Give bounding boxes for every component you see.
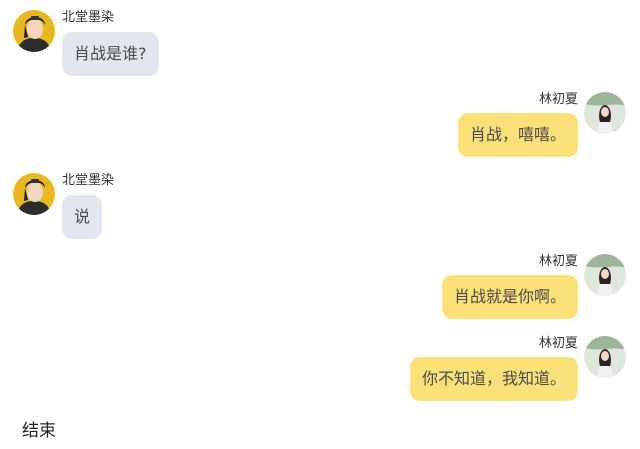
message-bubble[interactable]: 肖战就是你啊。	[441, 275, 578, 319]
end-label: 结束	[22, 421, 56, 441]
sender-name: 林初夏	[538, 92, 578, 107]
message-bubble[interactable]: 说	[62, 195, 103, 239]
female-avatar-icon[interactable]	[584, 92, 626, 134]
message-bubble[interactable]: 你不知道，我知道。	[409, 357, 578, 401]
sender-name: 林初夏	[538, 336, 578, 351]
male-avatar-icon[interactable]	[13, 10, 55, 52]
female-avatar-icon[interactable]	[584, 336, 626, 378]
male-avatar-icon[interactable]	[13, 173, 55, 215]
sender-name: 林初夏	[538, 254, 578, 269]
female-avatar-icon[interactable]	[584, 254, 626, 296]
sender-name: 北堂墨染	[62, 10, 115, 25]
sender-name: 北堂墨染	[62, 173, 115, 188]
message-bubble[interactable]: 肖战，嘻嘻。	[457, 113, 578, 157]
message-bubble[interactable]: 肖战是谁?	[62, 32, 159, 76]
